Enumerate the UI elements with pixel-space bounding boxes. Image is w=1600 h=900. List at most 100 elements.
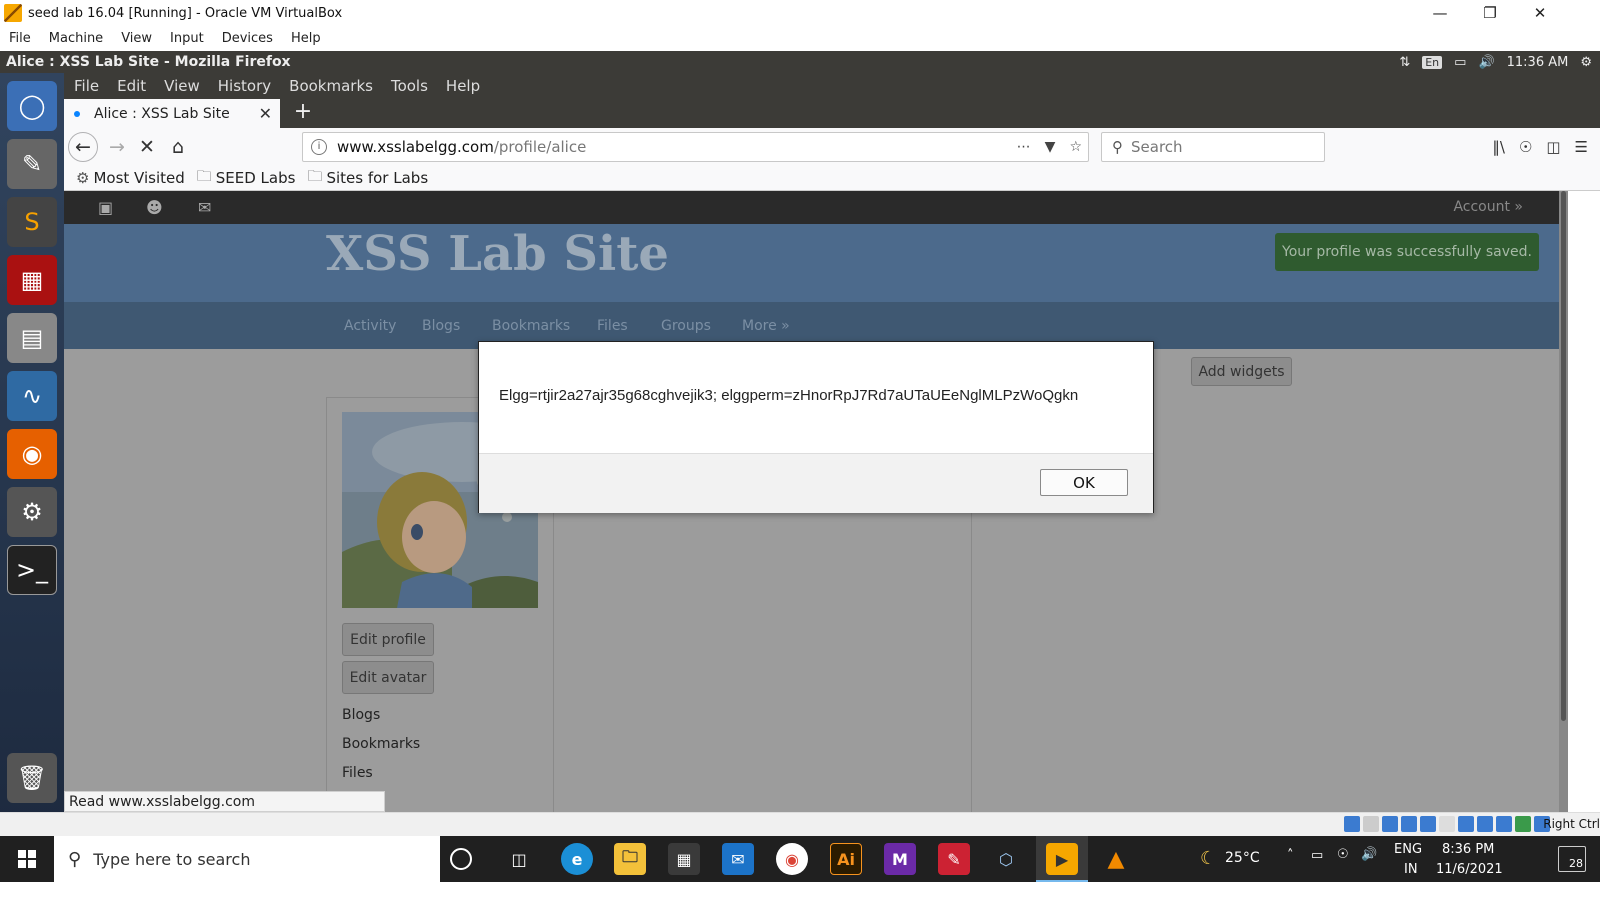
notes-icon[interactable]: ✎ (938, 843, 970, 875)
cpu-icon[interactable] (1496, 816, 1512, 832)
close-button[interactable]: ✕ (1516, 0, 1564, 26)
ok-button[interactable]: OK (1040, 469, 1128, 496)
battery-icon[interactable]: ▭ (1454, 55, 1466, 70)
back-button[interactable]: ← (68, 132, 98, 162)
ff-menu-bookmarks[interactable]: Bookmarks (280, 77, 382, 95)
firefox-icon[interactable]: ◉ (7, 429, 57, 479)
file-explorer-icon[interactable]: 🗀 (614, 843, 646, 875)
show-hidden-icons-icon[interactable]: ˄ (1287, 848, 1294, 863)
success-message[interactable]: Your profile was successfully saved. (1275, 233, 1539, 271)
forward-button[interactable]: → (102, 132, 132, 162)
page-scrollbar[interactable] (1559, 191, 1568, 812)
vb-menu-machine[interactable]: Machine (40, 31, 112, 46)
vm-running-icon[interactable]: ▶ (1046, 843, 1078, 875)
ff-menu-file[interactable]: File (64, 77, 108, 95)
nav-more[interactable]: More » (742, 318, 790, 334)
nav-blogs[interactable]: Blogs (422, 318, 460, 334)
vb-menu-view[interactable]: View (112, 31, 161, 46)
network-icon[interactable]: ⇅ (1399, 55, 1410, 70)
vb-menu-devices[interactable]: Devices (213, 31, 282, 46)
recording-icon[interactable] (1477, 816, 1493, 832)
friends-icon[interactable]: ☻ (146, 198, 163, 217)
page-actions-icon[interactable]: ⋯ (1017, 139, 1031, 155)
taskbar-date[interactable]: 11/6/2021 (1436, 862, 1503, 877)
restore-button[interactable]: ❐ (1466, 0, 1514, 26)
edit-avatar-button[interactable]: Edit avatar (342, 661, 434, 694)
pocket-icon[interactable]: ▼ (1045, 139, 1056, 155)
ff-menu-help[interactable]: Help (437, 77, 489, 95)
chrome-icon[interactable]: ◉ (776, 843, 808, 875)
optical-drive-icon[interactable] (1363, 816, 1379, 832)
add-widgets-button[interactable]: Add widgets (1191, 357, 1292, 386)
minimize-button[interactable]: — (1416, 0, 1464, 26)
site-title[interactable]: XSS Lab Site (326, 226, 669, 282)
extension-icon[interactable]: ☉ (1519, 138, 1532, 156)
edit-profile-button[interactable]: Edit profile (342, 623, 434, 656)
profile-link-bookmarks[interactable]: Bookmarks (342, 736, 420, 752)
bookmark-sites-for-labs[interactable]: 🗀 Sites for Labs (307, 166, 428, 191)
input-language-top[interactable]: ENG (1394, 842, 1422, 857)
wireshark-icon[interactable]: ∿ (7, 371, 57, 421)
audio-icon[interactable] (1382, 816, 1398, 832)
url-bar[interactable]: i www.xsslabelgg.com/profile/alice ⋯ ▼ ☆ (302, 132, 1089, 162)
illustrator-icon[interactable]: Ai (830, 843, 862, 875)
home-button[interactable]: ⌂ (163, 132, 193, 162)
terminal-icon[interactable]: >_ (7, 545, 57, 595)
bookmark-seed-labs[interactable]: 🗀 SEED Labs (197, 166, 296, 191)
vb-menu-file[interactable]: File (0, 31, 40, 46)
messages-mail-icon[interactable]: ✉ (198, 198, 211, 217)
taskbar-time[interactable]: 8:36 PM (1442, 842, 1494, 857)
trash-icon[interactable]: 🗑 (7, 753, 57, 803)
battery-icon[interactable]: ▭ (1311, 848, 1323, 863)
dash-home-icon[interactable]: ◯ (7, 81, 57, 131)
sidebar-icon[interactable]: ◫ (1546, 138, 1560, 156)
mathtype-icon[interactable]: M (884, 843, 916, 875)
input-language-bottom[interactable]: IN (1404, 862, 1418, 877)
stop-loading-button[interactable]: ✕ (132, 132, 162, 162)
system-settings-icon[interactable]: ⚙ (7, 487, 57, 537)
new-tab-button[interactable]: + (290, 99, 316, 128)
speaker-icon[interactable]: 🔊 (1361, 847, 1377, 862)
ff-menu-edit[interactable]: Edit (108, 77, 155, 95)
account-menu[interactable]: Account » (1453, 199, 1523, 215)
nav-groups[interactable]: Groups (661, 318, 711, 334)
profile-link-blogs[interactable]: Blogs (342, 707, 380, 723)
notification-center-icon[interactable]: 28 (1558, 846, 1586, 872)
mail-icon[interactable]: ✉ (722, 843, 754, 875)
nav-bookmarks[interactable]: Bookmarks (492, 318, 570, 334)
text-editor-icon[interactable]: ✎ (7, 139, 57, 189)
scrollbar-thumb[interactable] (1561, 191, 1566, 721)
settings-gear-icon[interactable]: ⚙ (1580, 55, 1592, 70)
taskbar-search-input[interactable]: ⚲ Type here to search (54, 836, 440, 882)
mouse-integration-icon[interactable] (1515, 816, 1531, 832)
tab-alice-xss-lab-site[interactable]: Alice : XSS Lab Site ✕ (64, 99, 280, 128)
keyboard-layout-indicator[interactable]: En (1422, 55, 1443, 69)
close-tab-icon[interactable]: ✕ (259, 104, 272, 123)
edge-icon[interactable]: e (561, 843, 593, 875)
sublime-text-icon[interactable]: S (7, 197, 57, 247)
shared-folders-icon[interactable] (1439, 816, 1455, 832)
network-globe-icon[interactable]: ☉ (1337, 847, 1349, 862)
task-view-icon[interactable]: ◫ (503, 843, 535, 875)
elgg-logo-icon[interactable]: ▣ (98, 198, 113, 217)
ff-menu-view[interactable]: View (155, 77, 209, 95)
bookmark-star-icon[interactable]: ☆ (1069, 139, 1082, 155)
weather-temperature[interactable]: 25°C (1225, 850, 1260, 866)
site-info-icon[interactable]: i (311, 139, 327, 155)
display-icon[interactable] (1458, 816, 1474, 832)
profile-link-files[interactable]: Files (342, 765, 373, 781)
library-icon[interactable]: ‖\ (1492, 138, 1505, 156)
ff-menu-tools[interactable]: Tools (382, 77, 437, 95)
nav-activity[interactable]: Activity (344, 318, 396, 334)
vb-menu-input[interactable]: Input (161, 31, 213, 46)
terminal-red-icon[interactable]: ▦ (7, 255, 57, 305)
cortana-icon[interactable] (450, 848, 472, 870)
search-input[interactable]: ⚲ Search (1101, 132, 1325, 162)
hamburger-menu-icon[interactable]: ☰ (1575, 138, 1588, 156)
volume-icon[interactable]: 🔊 (1478, 55, 1494, 70)
nav-files[interactable]: Files (597, 318, 628, 334)
hard-disk-icon[interactable] (1344, 816, 1360, 832)
virtualbox-cube-icon[interactable]: ⬡ (990, 843, 1022, 875)
start-button[interactable] (0, 836, 54, 882)
file-manager-icon[interactable]: ▤ (7, 313, 57, 363)
